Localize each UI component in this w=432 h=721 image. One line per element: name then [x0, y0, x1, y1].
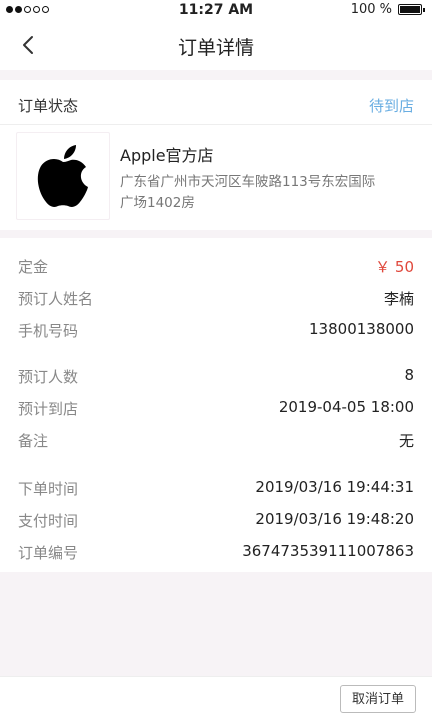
phone-value: 13800138000 [309, 320, 414, 338]
order-status-label: 订单状态 [18, 97, 79, 115]
remarks-label: 备注 [18, 432, 49, 450]
party-size-row: 预订人数 8 [18, 366, 414, 390]
phone-label: 手机号码 [18, 322, 79, 340]
booker-name-value: 李楠 [383, 290, 414, 308]
deposit-row: 定金 ￥ 50 [18, 256, 414, 280]
payment-time-label: 支付时间 [18, 512, 79, 530]
order-details-card: 定金 ￥ 50 预订人姓名 李楠 手机号码 13800138000 预订人数 8… [0, 238, 432, 572]
payment-time-value: 2019/03/16 19:48:20 [255, 510, 414, 528]
page-title: 订单详情 [177, 37, 254, 59]
store-name[interactable]: Apple官方店 [120, 142, 214, 166]
arrival-time-value: 2019-04-05 18:00 [278, 398, 414, 416]
divider [0, 124, 432, 125]
order-number-value: 367473539111007863 [242, 542, 414, 560]
booker-name-label: 预订人姓名 [18, 290, 94, 308]
apple-logo-icon [37, 145, 88, 207]
battery-percentage: 100 % [350, 2, 392, 17]
order-status-value: 待到店 [368, 97, 414, 115]
nav-bar: 订单详情 [0, 20, 432, 70]
deposit-value: ￥ 50 [375, 258, 414, 276]
deposit-label: 定金 [18, 258, 49, 276]
order-time-row: 下单时间 2019/03/16 19:44:31 [18, 478, 414, 502]
party-size-value: 8 [404, 366, 414, 384]
order-number-row: 订单编号 367473539111007863 [18, 542, 414, 566]
order-number-label: 订单编号 [18, 544, 79, 562]
status-bar: 11:27 AM 100 % [0, 0, 432, 20]
remarks-value: 无 [398, 432, 414, 450]
order-time-value: 2019/03/16 19:44:31 [255, 478, 414, 496]
booker-name-row: 预订人姓名 李楠 [18, 288, 414, 312]
payment-time-row: 支付时间 2019/03/16 19:48:20 [18, 510, 414, 534]
bottom-action-bar: 取消订单 [0, 676, 432, 721]
store-logo[interactable] [16, 132, 110, 220]
arrival-time-label: 预计到店 [18, 400, 79, 418]
remarks-row: 备注 无 [18, 430, 414, 454]
phone-row: 手机号码 13800138000 [18, 320, 414, 344]
party-size-label: 预订人数 [18, 368, 79, 386]
arrival-time-row: 预计到店 2019-04-05 18:00 [18, 398, 414, 422]
store-address: 广东省广州市天河区车陂路113号东宏国际广场1402房 [120, 174, 376, 211]
order-store-card: 订单状态 待到店 Apple官方店 广东省广州市天河区车陂路113号东宏国际广场… [0, 80, 432, 230]
order-time-label: 下单时间 [18, 480, 79, 498]
cancel-order-button[interactable]: 取消订单 [340, 685, 416, 713]
battery-icon [398, 4, 425, 15]
